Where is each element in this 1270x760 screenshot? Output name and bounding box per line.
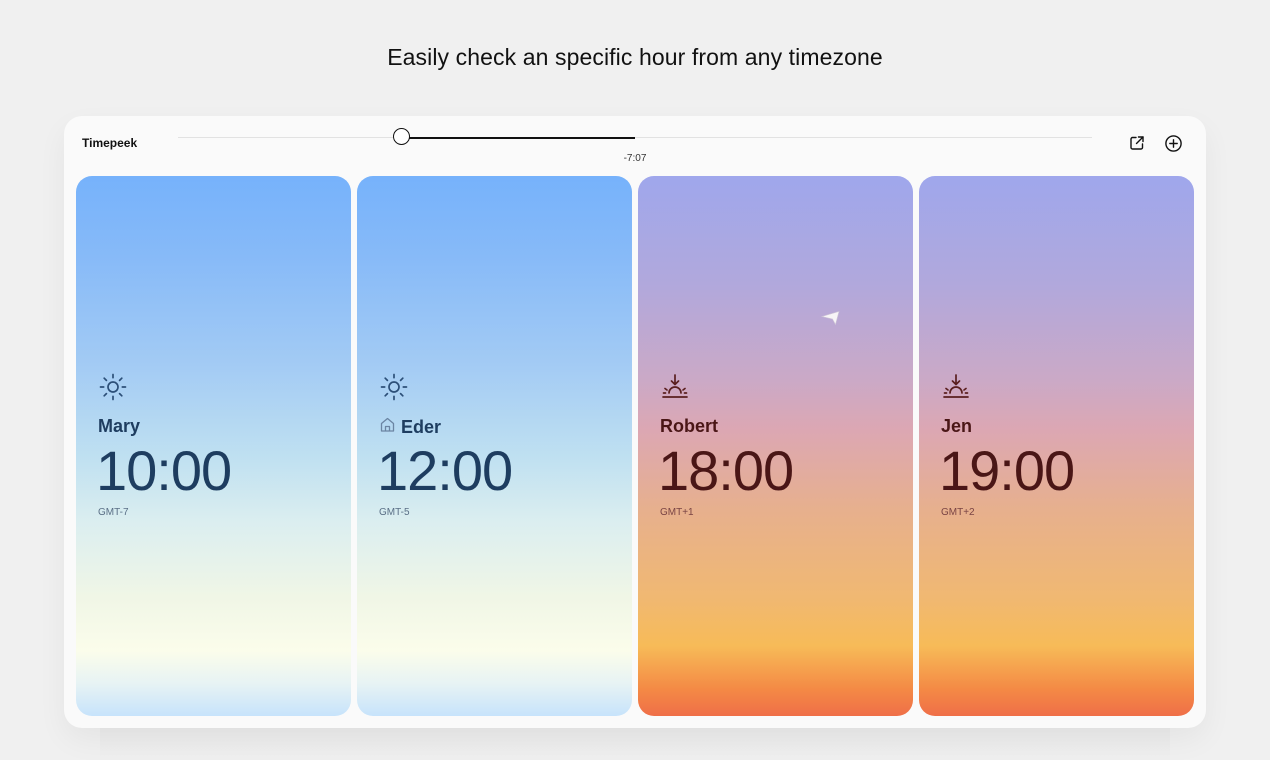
card-time: 18:00 bbox=[658, 439, 794, 502]
card-person-name: Robert bbox=[660, 416, 718, 436]
card-timezone: GMT-7 bbox=[98, 507, 129, 518]
time-offset-slider[interactable]: -7:07 bbox=[178, 128, 1092, 168]
card-person-name: Mary bbox=[98, 416, 141, 436]
timezone-cards: Mary 10:00 GMT-7 Eder 12:00 GMT-5 Robert… bbox=[76, 176, 1194, 716]
timezone-card[interactable]: Mary 10:00 GMT-7 bbox=[76, 176, 351, 716]
card-time: 12:00 bbox=[377, 439, 513, 502]
app-window: Timepeek -7:07 Mary 10:00 GMT-7 Eder 12:… bbox=[64, 116, 1206, 728]
card-timezone: GMT+2 bbox=[941, 507, 975, 518]
sunset-icon bbox=[941, 372, 971, 402]
app-title: Timepeek bbox=[82, 136, 138, 150]
plus-circle-icon[interactable] bbox=[1162, 132, 1184, 154]
slider-thumb[interactable] bbox=[392, 128, 410, 145]
card-person-name: Eder bbox=[401, 416, 442, 437]
card-timezone: GMT+1 bbox=[660, 507, 694, 518]
card-time: 19:00 bbox=[939, 439, 1075, 502]
timezone-card[interactable]: Eder 12:00 GMT-5 bbox=[357, 176, 632, 716]
sun-icon bbox=[98, 372, 128, 402]
timezone-card[interactable]: Jen 19:00 GMT+2 bbox=[919, 176, 1194, 716]
window-shadow bbox=[100, 728, 1170, 760]
mouse-cursor-icon bbox=[820, 310, 841, 326]
external-link-icon[interactable] bbox=[1126, 132, 1148, 154]
slider-fill bbox=[401, 136, 635, 139]
card-time: 10:00 bbox=[96, 439, 232, 502]
card-timezone: GMT-5 bbox=[379, 507, 410, 518]
card-person-name: Jen bbox=[941, 416, 973, 436]
slider-track[interactable] bbox=[178, 137, 1092, 138]
sun-icon bbox=[379, 372, 409, 402]
page-headline: Easily check an specific hour from any t… bbox=[387, 44, 883, 70]
sunset-icon bbox=[660, 372, 690, 402]
home-icon bbox=[379, 416, 396, 438]
timezone-card[interactable]: Robert 18:00 GMT+1 bbox=[638, 176, 913, 716]
slider-offset-label: -7:07 bbox=[623, 153, 647, 164]
